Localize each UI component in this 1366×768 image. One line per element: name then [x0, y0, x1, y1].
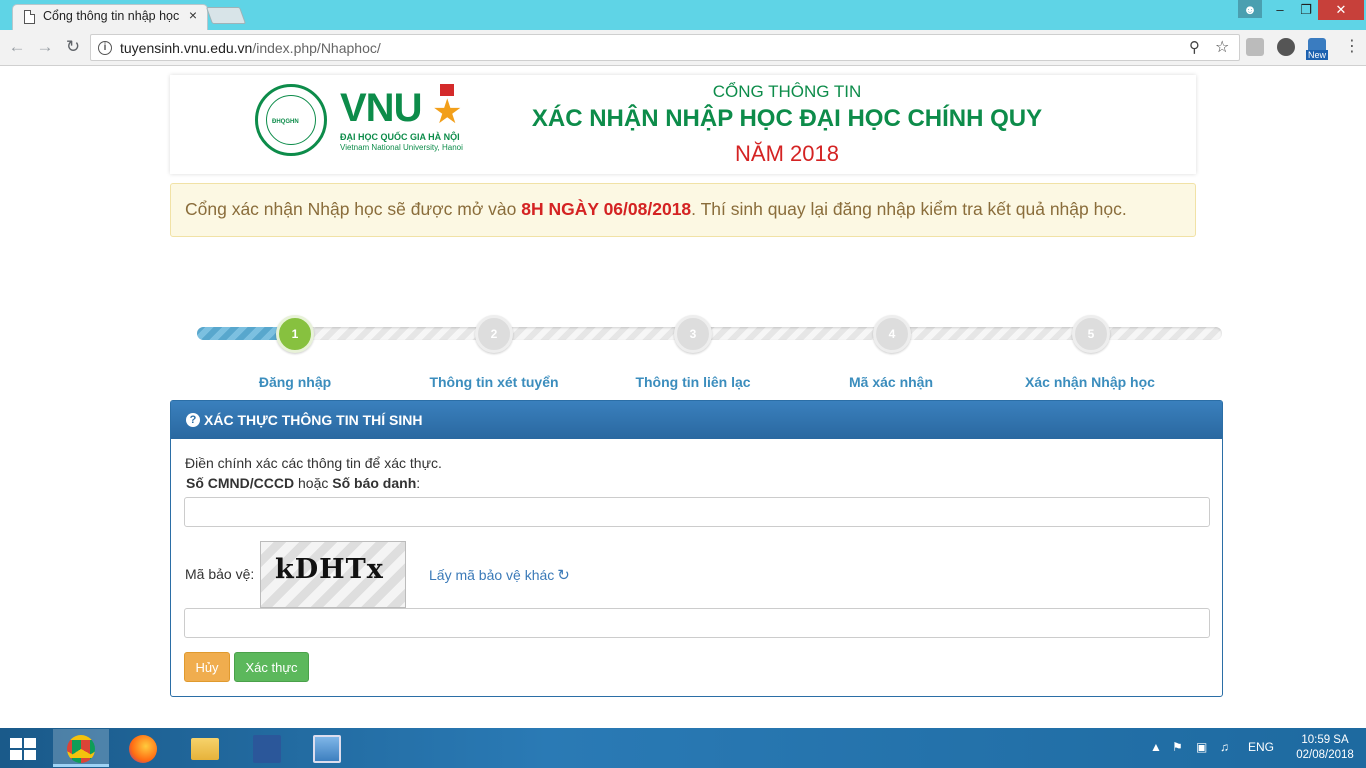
address-bar[interactable]: i tuyensinh.vnu.edu.vn/index.php/Nhaphoc… [90, 34, 1240, 61]
header-line1: CỔNG THÔNG TIN [712, 82, 862, 101]
forward-icon[interactable]: → [34, 37, 56, 57]
step-4-dot: 4 [873, 315, 911, 353]
notice-alert: Cổng xác nhận Nhập học sẽ được mở vào 8H… [170, 183, 1196, 237]
reload-icon[interactable]: ↻ [62, 37, 84, 57]
extension-eye-icon[interactable] [1277, 38, 1295, 56]
notice-after: . Thí sinh quay lại đăng nhập kiểm tra k… [691, 199, 1127, 219]
captcha-input[interactable] [184, 608, 1210, 638]
extension-new-badge: New [1306, 50, 1329, 60]
url-path: /index.php/Nhaphoc/ [252, 40, 381, 56]
notice-before: Cổng xác nhận Nhập học sẽ được mở vào [185, 199, 522, 219]
header-year: NĂM 2018 [735, 141, 839, 166]
taskbar-chrome[interactable] [53, 729, 109, 767]
label-candidate-number: Số báo danh [332, 475, 417, 491]
browser-menu-icon[interactable]: ⋮ [1344, 36, 1360, 56]
windows-start-icon[interactable] [10, 738, 38, 760]
tray-language[interactable]: ENG [1248, 740, 1274, 754]
logo-text: VNU [340, 86, 422, 130]
captcha-code: kDHTx [275, 554, 384, 585]
label-or: hoặc [294, 475, 333, 491]
browser-tab[interactable]: Cổng thông tin nhập học × [12, 4, 208, 30]
tray-display-icon[interactable]: ▣ [1196, 740, 1207, 754]
close-window-icon[interactable]: ✕ [1318, 0, 1364, 20]
browser-toolbar: ← → ↻ i tuyensinh.vnu.edu.vn/index.php/N… [0, 30, 1366, 66]
user-profile-icon[interactable]: ☻ [1238, 0, 1262, 18]
url-domain: tuyensinh.vnu.edu.vn [120, 40, 253, 56]
back-icon[interactable]: ← [6, 37, 28, 57]
bookmark-star-icon[interactable]: ☆ [1215, 37, 1229, 57]
info-icon[interactable]: i [98, 41, 112, 55]
verification-panel: ? XÁC THỰC THÔNG TIN THÍ SINH Điền chính… [170, 400, 1223, 697]
tray-expand-icon[interactable]: ▲ [1150, 740, 1162, 754]
page-content: ĐHQGHN ★ VNU ĐẠI HỌC QUỐC GIA HÀ NỘI Vie… [0, 66, 1366, 728]
tab-title: Cổng thông tin nhập học [43, 9, 180, 23]
clock-time: 10:59 SA [1301, 734, 1349, 746]
tray-volume-icon[interactable]: ♫ [1220, 740, 1229, 754]
firefox-icon [129, 735, 157, 763]
captcha-label: Mã bảo vệ: [185, 566, 255, 582]
new-tab-button[interactable] [205, 7, 247, 24]
logo-subtitle-vn: ĐẠI HỌC QUỐC GIA HÀ NỘI [340, 132, 460, 142]
page-icon [24, 10, 35, 24]
word-icon [253, 735, 281, 763]
url-text[interactable]: tuyensinh.vnu.edu.vn/index.php/Nhaphoc/ [120, 40, 381, 56]
id-number-input[interactable] [184, 497, 1210, 527]
step-5-label: Xác nhận Nhập học [1025, 374, 1155, 390]
notice-message: Cổng xác nhận Nhập học sẽ được mở vào 8H… [185, 199, 1127, 220]
vnu-emblem-icon: ĐHQGHN [255, 84, 327, 156]
folder-icon [191, 738, 219, 760]
panel-title: XÁC THỰC THÔNG TIN THÍ SINH [204, 412, 423, 428]
photos-icon [313, 735, 341, 763]
refresh-captcha-link[interactable]: Lấy mã bảo vệ khác ↻ [429, 566, 570, 584]
notice-highlight: 8H NGÀY 06/08/2018 [521, 199, 692, 219]
captcha-image: kDHTx [260, 541, 406, 608]
step-1-dot: 1 [276, 315, 314, 353]
tab-close-icon[interactable]: × [189, 7, 197, 23]
question-icon: ? [186, 413, 200, 427]
windows-taskbar: ▲ ⚑ ▣ ♫ ENG 10:59 SA 02/08/2018 [0, 728, 1366, 768]
label-id-number: Số CMND/CCCD [186, 475, 295, 491]
panel-intro: Điền chính xác các thông tin để xác thực… [185, 455, 442, 471]
step-5-dot: 5 [1072, 315, 1110, 353]
site-header: ĐHQGHN ★ VNU ĐẠI HỌC QUỐC GIA HÀ NỘI Vie… [170, 75, 1196, 174]
step-4-label: Mã xác nhận [848, 374, 934, 390]
refresh-captcha-label: Lấy mã bảo vệ khác [429, 567, 555, 583]
taskbar-firefox[interactable] [115, 729, 171, 767]
emblem-text: ĐHQGHN [272, 119, 299, 125]
chrome-icon [67, 735, 95, 763]
step-1-label: Đăng nhập [258, 374, 332, 390]
page-title: XÁC NHẬN NHẬP HỌC ĐẠI HỌC CHÍNH QUY [531, 105, 1043, 132]
verify-button[interactable]: Xác thực [234, 652, 309, 682]
browser-titlebar: Cổng thông tin nhập học × ☻ – ❐ ✕ [0, 0, 1366, 30]
star-icon: ★ [432, 93, 463, 131]
panel-header: ? XÁC THỰC THÔNG TIN THÍ SINH [171, 401, 1222, 439]
step-2-label: Thông tin xét tuyển [429, 374, 559, 390]
taskbar-clock[interactable]: 10:59 SA 02/08/2018 [1290, 733, 1360, 763]
taskbar-word[interactable] [239, 729, 295, 767]
tray-network-icon[interactable]: ⚑ [1172, 740, 1183, 754]
clock-date: 02/08/2018 [1296, 749, 1354, 761]
step-3-label: Thông tin liên lạc [635, 374, 751, 390]
step-3-dot: 3 [674, 315, 712, 353]
id-field-label: Số CMND/CCCD hoặc Số báo danh: [186, 475, 420, 491]
refresh-icon: ↻ [557, 567, 570, 584]
logo-subtitle-en: Vietnam National University, Hanoi [340, 143, 463, 152]
taskbar-photos[interactable] [299, 729, 355, 767]
zoom-icon[interactable]: ⚲ [1189, 38, 1200, 56]
extension-search-icon[interactable] [1246, 38, 1264, 56]
cancel-button[interactable]: Hủy [184, 652, 230, 682]
label-colon: : [416, 475, 421, 491]
step-2-dot: 2 [475, 315, 513, 353]
taskbar-explorer[interactable] [177, 729, 233, 767]
